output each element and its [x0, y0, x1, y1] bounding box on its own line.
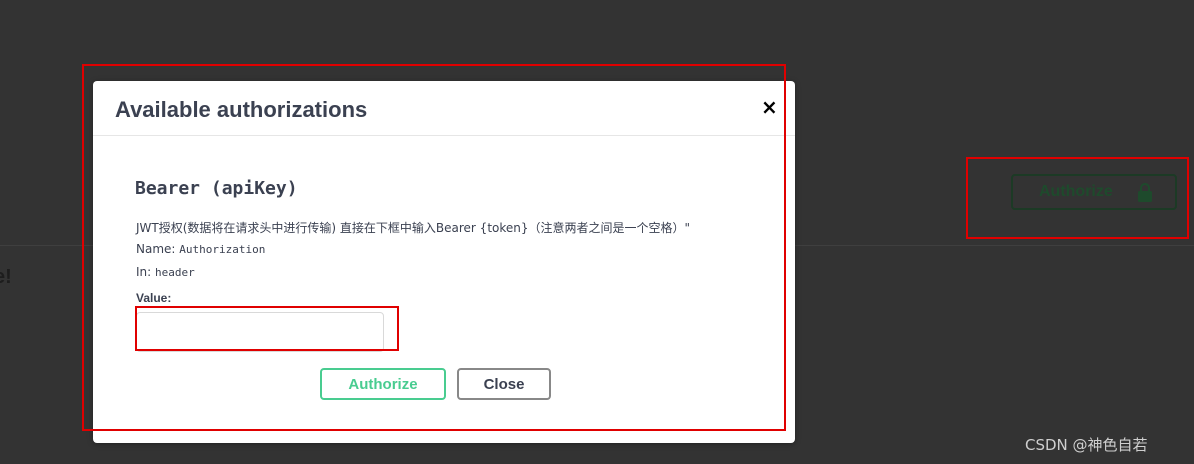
dialog-header: Available authorizations × [93, 81, 795, 136]
authorize-button[interactable]: Authorize [1011, 174, 1177, 210]
authorize-button-label: Authorize [1039, 183, 1113, 200]
value-label: Value: [136, 291, 172, 305]
auth-name-value: Authorization [179, 243, 266, 256]
auth-in-label: In: [136, 265, 152, 279]
auth-name-label: Name: [136, 242, 176, 256]
authorization-dialog: Available authorizations × Bearer (apiKe… [93, 81, 795, 443]
dialog-authorize-button[interactable]: Authorize [320, 368, 446, 400]
dialog-close-button[interactable]: Close [457, 368, 551, 400]
auth-in-line: In: header [136, 265, 195, 279]
watermark: CSDN @神色自若 [1025, 436, 1148, 454]
value-input[interactable] [136, 312, 384, 352]
close-icon[interactable]: × [761, 95, 778, 119]
auth-scheme-description: JWT授权(数据将在请求头中进行传输) 直接在下框中输入Bearer {toke… [136, 221, 691, 235]
auth-scheme-title: Bearer (apiKey) [135, 178, 298, 199]
lock-icon [1138, 183, 1152, 202]
dialog-title: Available authorizations [115, 97, 368, 122]
auth-name-line: Name: Authorization [136, 242, 265, 256]
background-heading-fragment: e! [0, 266, 12, 288]
auth-in-value: header [155, 266, 195, 279]
